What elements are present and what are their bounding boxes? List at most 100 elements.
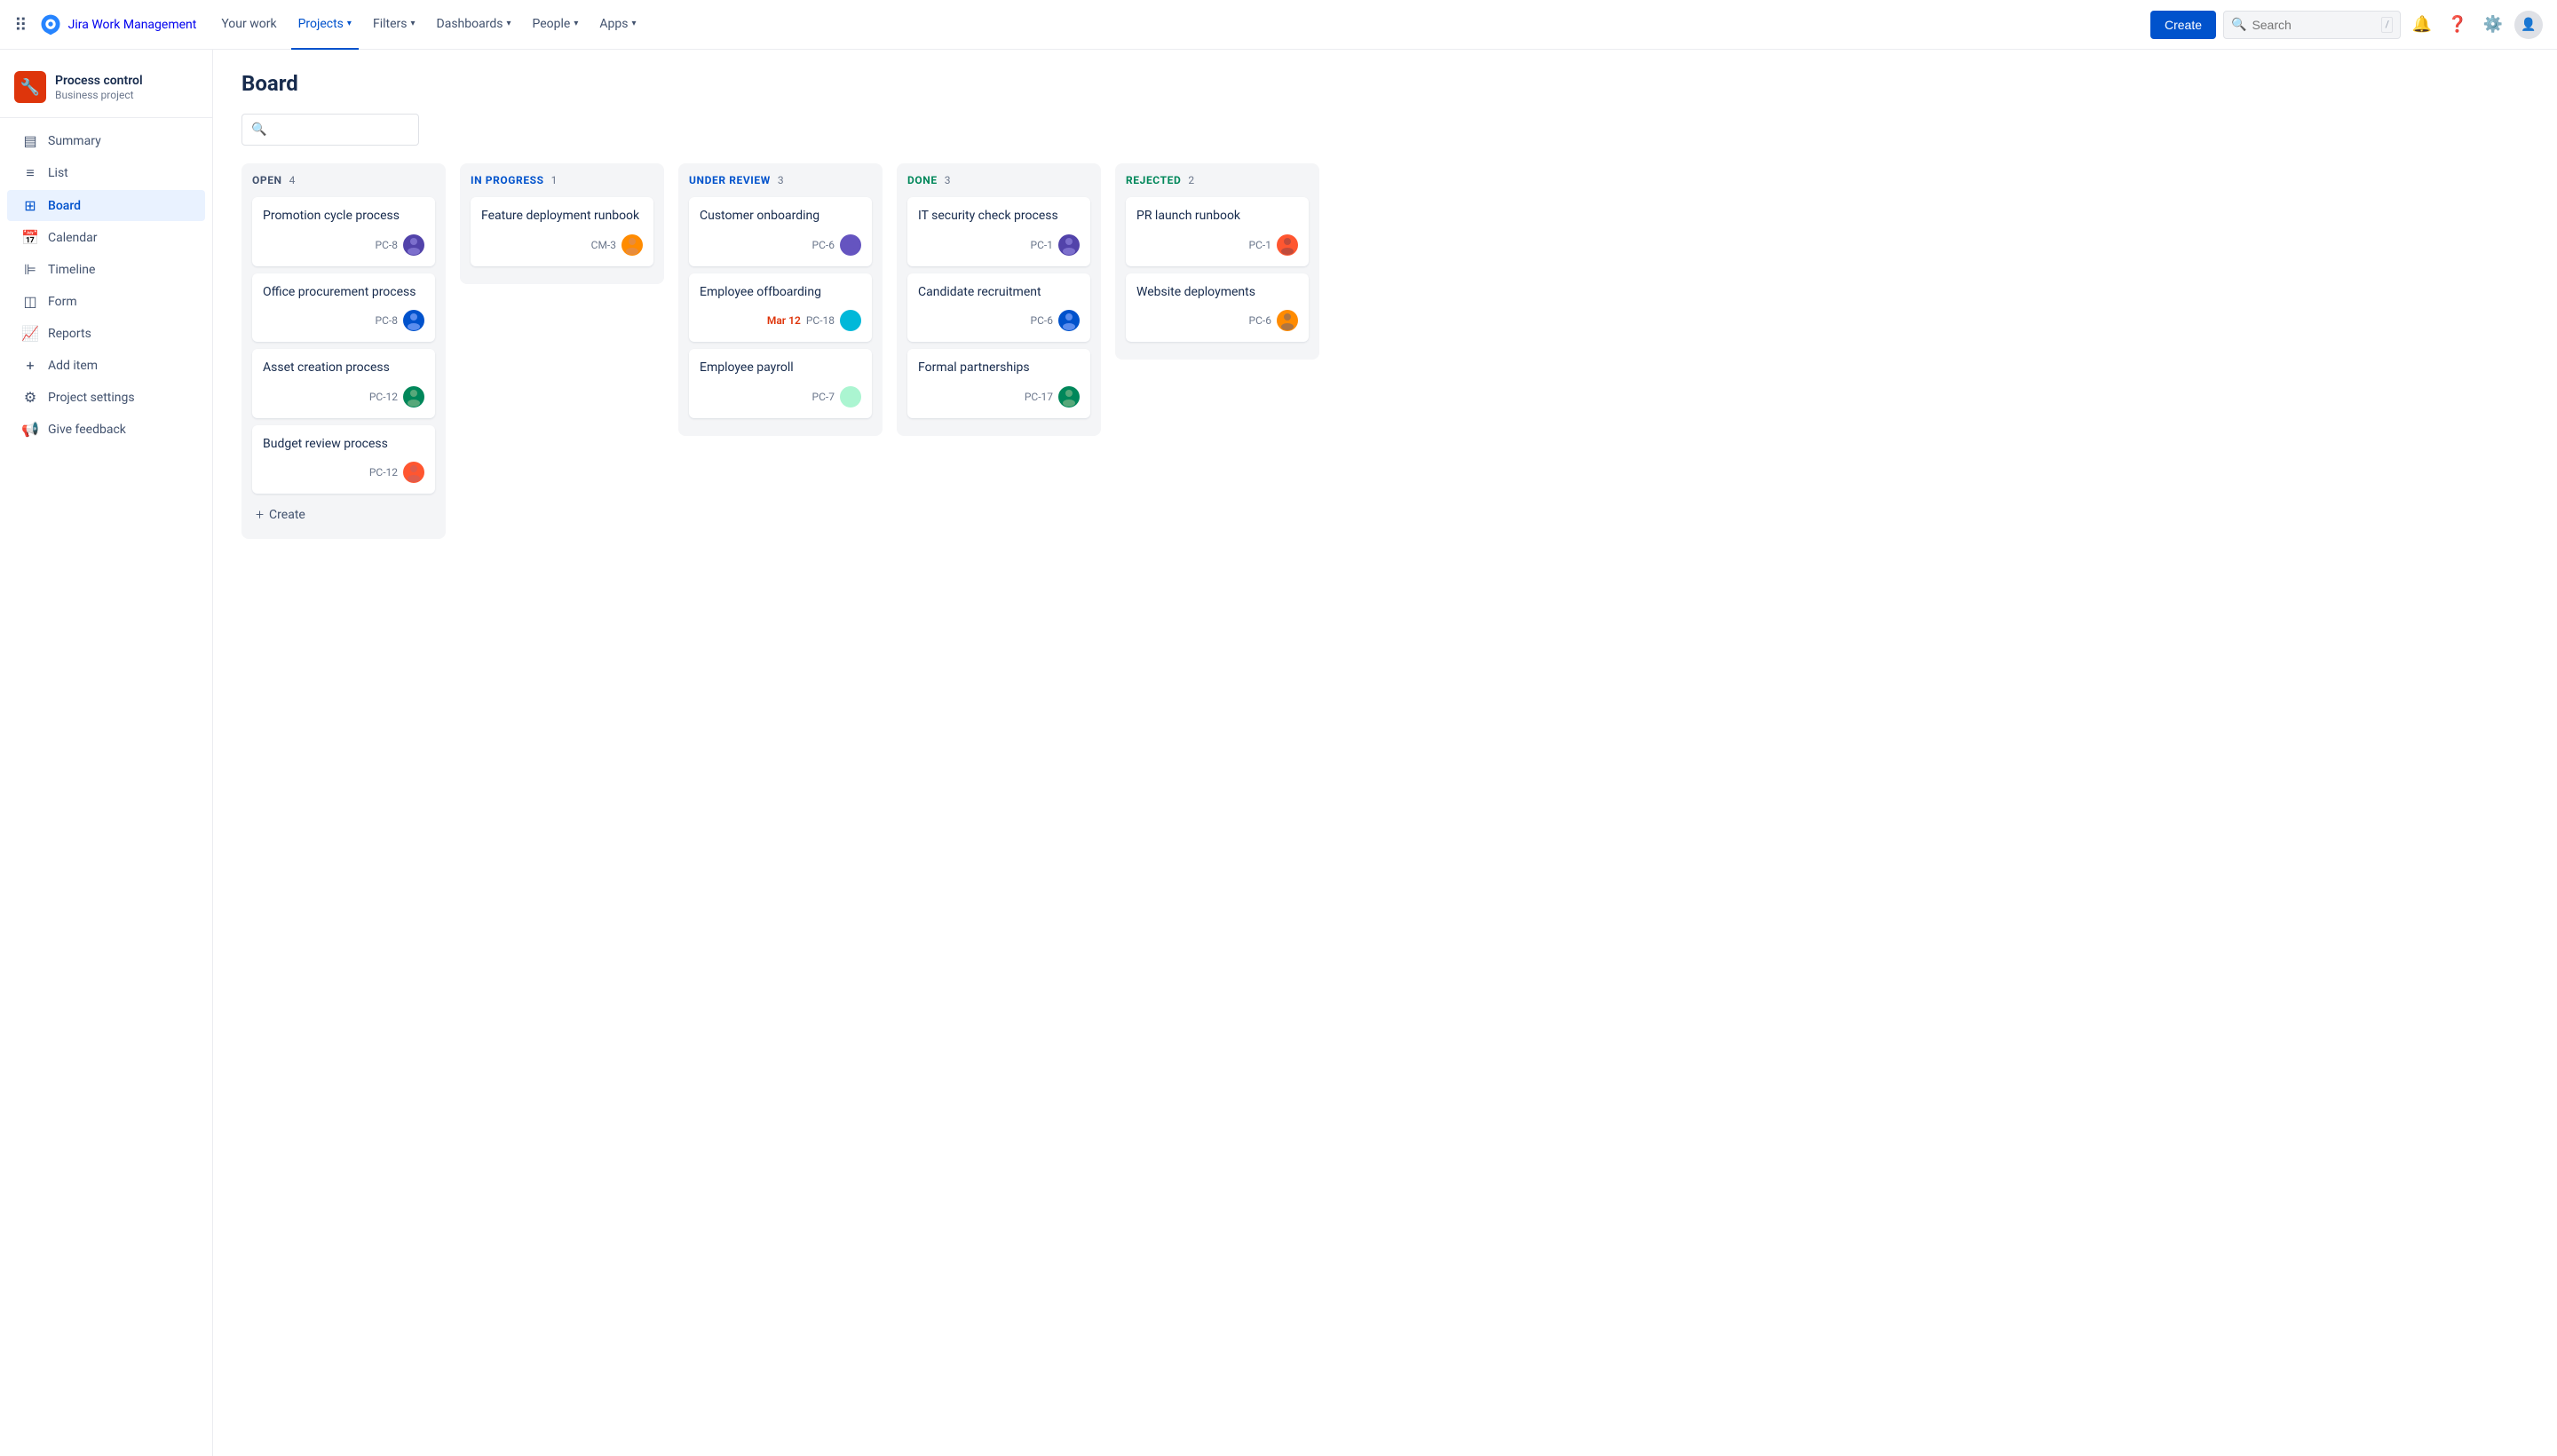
timeline-icon: ⊫ bbox=[21, 261, 39, 278]
card-formal-partnerships[interactable]: Formal partnerships PC-17 bbox=[907, 349, 1090, 418]
board-search-input[interactable] bbox=[272, 123, 409, 137]
add-item-icon: + bbox=[21, 357, 39, 374]
sidebar-item-calendar[interactable]: 📅 Calendar bbox=[7, 222, 205, 253]
column-count-done: 3 bbox=[945, 174, 951, 186]
nav-filters[interactable]: Filters ▾ bbox=[366, 0, 423, 50]
sidebar-item-list[interactable]: ≡ List bbox=[7, 157, 205, 189]
card-meta: PC-6 bbox=[1136, 310, 1298, 331]
card-promotion-cycle[interactable]: Promotion cycle process PC-8 bbox=[252, 197, 435, 266]
column-label-rejected: REJECTED bbox=[1126, 174, 1181, 186]
help-button[interactable]: ❓ bbox=[2443, 11, 2472, 39]
card-customer-onboarding[interactable]: Customer onboarding PC-6 bbox=[689, 197, 872, 266]
card-id: PC-6 bbox=[1031, 314, 1053, 327]
user-avatar[interactable]: 👤 bbox=[2514, 11, 2543, 39]
chevron-down-icon: ▾ bbox=[574, 19, 578, 28]
board: OPEN 4 Promotion cycle process PC-8 Offi… bbox=[241, 163, 2529, 539]
card-title: PR launch runbook bbox=[1136, 208, 1298, 226]
search-icon: 🔍 bbox=[2231, 18, 2246, 32]
card-id: PC-18 bbox=[806, 314, 835, 327]
card-id: PC-1 bbox=[1249, 239, 1271, 251]
nav-your-work[interactable]: Your work bbox=[214, 0, 283, 50]
chevron-down-icon: ▾ bbox=[347, 19, 352, 28]
column-label-open: OPEN bbox=[252, 174, 282, 186]
card-id: PC-1 bbox=[1031, 239, 1053, 251]
column-header-done: DONE 3 bbox=[907, 174, 1090, 186]
card-candidate-recruitment[interactable]: Candidate recruitment PC-6 bbox=[907, 273, 1090, 343]
grid-icon[interactable]: ⠿ bbox=[14, 14, 28, 36]
project-icon: 🔧 bbox=[14, 71, 46, 103]
card-title: Formal partnerships bbox=[918, 360, 1080, 377]
card-meta: PC-1 bbox=[1136, 234, 1298, 256]
nav-people[interactable]: People ▾ bbox=[525, 0, 585, 50]
card-title: Customer onboarding bbox=[700, 208, 861, 226]
search-icon: 🔍 bbox=[251, 123, 266, 137]
card-title: Employee payroll bbox=[700, 360, 861, 377]
project-name: Process control bbox=[55, 73, 143, 89]
card-meta: PC-12 bbox=[263, 386, 424, 408]
card-title: Asset creation process bbox=[263, 360, 424, 377]
sidebar-item-reports[interactable]: 📈 Reports bbox=[7, 318, 205, 349]
sidebar-item-give-feedback[interactable]: 📢 Give feedback bbox=[7, 414, 205, 445]
logo[interactable]: Jira Work Management bbox=[38, 12, 197, 37]
column-done: DONE 3 IT security check process PC-1 Ca… bbox=[897, 163, 1101, 436]
card-employee-payroll[interactable]: Employee payroll PC-7 bbox=[689, 349, 872, 418]
sidebar-item-form[interactable]: ◫ Form bbox=[7, 286, 205, 317]
column-count-inprogress: 1 bbox=[551, 174, 558, 186]
search-input[interactable] bbox=[2252, 18, 2376, 32]
card-meta: CM-3 bbox=[481, 234, 643, 256]
card-meta: PC-6 bbox=[918, 310, 1080, 331]
card-avatar bbox=[1058, 310, 1080, 331]
nav-apps[interactable]: Apps ▾ bbox=[592, 0, 643, 50]
card-title: Website deployments bbox=[1136, 284, 1298, 302]
sidebar-item-summary[interactable]: ▤ Summary bbox=[7, 125, 205, 156]
nav-dashboards[interactable]: Dashboards ▾ bbox=[430, 0, 519, 50]
sidebar-item-project-settings[interactable]: ⚙ Project settings bbox=[7, 382, 205, 413]
summary-icon: ▤ bbox=[21, 132, 39, 149]
card-id: CM-3 bbox=[591, 239, 616, 251]
list-icon: ≡ bbox=[21, 164, 39, 182]
chevron-down-icon: ▾ bbox=[410, 19, 415, 28]
search-shortcut: / bbox=[2381, 17, 2393, 33]
card-avatar bbox=[840, 310, 861, 331]
reports-icon: 📈 bbox=[21, 325, 39, 342]
notifications-button[interactable]: 🔔 bbox=[2408, 11, 2436, 39]
settings-button[interactable]: ⚙️ bbox=[2479, 11, 2507, 39]
card-avatar bbox=[1277, 310, 1298, 331]
card-feature-deployment[interactable]: Feature deployment runbook CM-3 bbox=[471, 197, 653, 266]
card-avatar bbox=[1058, 234, 1080, 256]
board-search-bar[interactable]: 🔍 bbox=[241, 114, 419, 146]
sidebar-item-timeline[interactable]: ⊫ Timeline bbox=[7, 254, 205, 285]
form-icon: ◫ bbox=[21, 293, 39, 310]
card-website-deployments[interactable]: Website deployments PC-6 bbox=[1126, 273, 1309, 343]
nav-projects[interactable]: Projects ▾ bbox=[291, 0, 359, 50]
column-underreview: UNDER REVIEW 3 Customer onboarding PC-6 … bbox=[678, 163, 883, 436]
card-office-procurement[interactable]: Office procurement process PC-8 bbox=[252, 273, 435, 343]
main-content: Board 🔍 OPEN 4 Promotion cycle process P… bbox=[213, 50, 2557, 1456]
search-bar[interactable]: 🔍 / bbox=[2223, 11, 2401, 39]
overdue-date: Mar 12 bbox=[767, 314, 801, 327]
card-meta: PC-6 bbox=[700, 234, 861, 256]
sidebar: 🔧 Process control Business project ▤ Sum… bbox=[0, 50, 213, 1456]
card-budget-review[interactable]: Budget review process PC-12 bbox=[252, 425, 435, 495]
card-it-security[interactable]: IT security check process PC-1 bbox=[907, 197, 1090, 266]
column-header-open: OPEN 4 bbox=[252, 174, 435, 186]
column-rejected: REJECTED 2 PR launch runbook PC-1 Websit… bbox=[1115, 163, 1319, 360]
feedback-icon: 📢 bbox=[21, 421, 39, 438]
sidebar-item-add-item[interactable]: + Add item bbox=[7, 350, 205, 381]
card-title: IT security check process bbox=[918, 208, 1080, 226]
create-card-button[interactable]: + Create bbox=[252, 501, 435, 528]
card-id: PC-6 bbox=[1249, 314, 1271, 327]
card-asset-creation[interactable]: Asset creation process PC-12 bbox=[252, 349, 435, 418]
project-type: Business project bbox=[55, 89, 143, 101]
create-button[interactable]: Create bbox=[2150, 11, 2216, 39]
card-id: PC-12 bbox=[369, 466, 398, 479]
column-label-done: DONE bbox=[907, 174, 938, 186]
main-layout: 🔧 Process control Business project ▤ Sum… bbox=[0, 50, 2557, 1456]
card-pr-launch[interactable]: PR launch runbook PC-1 bbox=[1126, 197, 1309, 266]
sidebar-item-board[interactable]: ⊞ Board bbox=[7, 190, 205, 221]
card-avatar bbox=[403, 386, 424, 408]
card-employee-offboarding[interactable]: Employee offboarding Mar 12 PC-18 bbox=[689, 273, 872, 343]
card-id: PC-8 bbox=[376, 239, 398, 251]
settings-icon: ⚙ bbox=[21, 389, 39, 406]
card-title: Office procurement process bbox=[263, 284, 424, 302]
